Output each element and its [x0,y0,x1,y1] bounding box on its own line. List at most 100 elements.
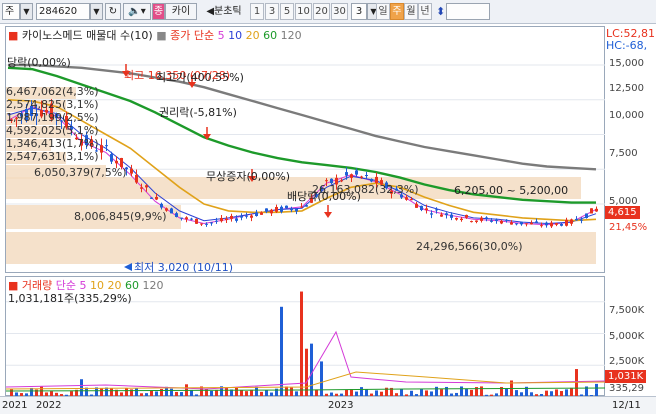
price-axis: LC:52,81 HC:-68, 15,000 12,500 10,000 7,… [605,26,656,396]
vma20-label[interactable]: 10 [90,279,104,292]
candle-body [545,222,548,226]
ma120-label[interactable]: 120 [281,29,302,42]
candle-body [430,213,433,215]
volume-profile-label: 1,346,413(1,7%) [6,137,99,150]
code-dropdown-icon[interactable]: ▼ [90,3,103,20]
low-arrow-icon [124,263,132,271]
price-tick: 12,500 [609,83,644,94]
candle-body [590,208,593,214]
volume-chart-panel[interactable]: ■ 거래량 단순 5 10 20 60 120 1,031,181주(335,2… [5,276,606,397]
candle-body [415,203,418,208]
candle-body [145,185,148,188]
volume-tick: 5,000K [609,331,645,342]
price-chart-panel[interactable]: 6,467,062(4,3%) 2,574,825(3,1%) 1,987,19… [5,26,606,274]
candle-body [470,221,473,223]
candle-body [325,180,328,182]
count-input[interactable]: 3 [351,3,367,20]
candle-body [520,221,523,225]
dividend-label: 배당락(0,00%) [287,190,361,203]
candle-body [130,168,133,174]
ma10-label[interactable]: 10 [228,29,242,42]
candle-body [495,219,498,221]
volume-tick: 7,500K [609,305,645,316]
candle-body [560,224,563,226]
vma20b-label[interactable]: 20 [108,279,122,292]
market-selector[interactable]: 주 [2,3,20,20]
period-3[interactable]: 3 [265,3,279,20]
volume-bar [300,291,303,397]
candle-body [360,176,363,178]
candle-body [265,208,268,212]
period-month[interactable]: 월 [404,3,418,20]
vma60-label[interactable]: 60 [125,279,139,292]
candle-body [420,205,423,211]
period-10[interactable]: 10 [295,3,312,20]
candle-body [255,212,258,217]
vma5-label[interactable]: 5 [80,279,87,292]
candle-body [405,197,408,200]
candle-body [135,174,138,183]
candle-body [220,217,223,222]
current-rate: 21,45% [609,222,648,233]
candle-body [580,219,583,221]
candle-body [425,208,428,211]
speaker-icon[interactable]: 🔈▾ [123,3,151,20]
low-label: 최저 3,020 (10/11) [134,261,234,274]
candle-body [200,223,203,225]
candle-body [300,206,303,208]
ma5-label[interactable]: 5 [218,29,225,42]
chart-toolbar: 주 ▼ 284620 ▼ ↻ 🔈▾ 종 카이 ◀분초틱 1 3 5 10 20 … [0,0,656,24]
period-5[interactable]: 5 [280,3,294,20]
candle-body [225,218,228,221]
candle-body [570,219,573,224]
date-label: 2023 [328,400,354,411]
volume-profile-label: 4,592,025(5,1%) [6,124,99,137]
date-label: 2022 [36,400,62,411]
extra-input[interactable] [446,3,490,20]
period-week[interactable]: 주 [390,3,404,20]
hc-value: HC:-68, [606,39,648,52]
price-tick: 7,500 [609,148,638,159]
volume-bar [320,361,323,397]
range-label: 6,205,00 ~ 5,200,00 [454,184,569,197]
current-volume-rate: 335,29 [609,383,644,394]
candle-body [480,217,483,221]
volume-tick: 2,500K [609,356,645,367]
candle-body [185,217,188,220]
candle-body [370,178,373,182]
candle-body [280,206,283,212]
candle-body [465,214,468,218]
date-axis: 2021 2022 2023 12/11 [0,396,656,414]
candle-body [180,217,183,219]
stock-name[interactable]: 카이 [165,3,197,20]
candle-body [295,208,298,212]
ma60-label[interactable]: 60 [263,29,277,42]
period-30[interactable]: 30 [331,3,348,20]
candle-body [410,199,413,201]
candle-body [475,220,478,222]
market-dropdown-icon[interactable]: ▼ [20,3,33,20]
ma-label: 종가 단순 [170,29,215,42]
period-year[interactable]: 년 [418,3,432,20]
volume-bar [575,369,578,397]
volume-profile-label: 2,547,631(3,1%) [6,150,99,163]
stock-code-input[interactable]: 284620 [36,3,90,20]
candle-body [175,213,178,218]
candle-body [115,160,118,164]
kind-badge[interactable]: 종 [152,3,165,20]
period-1[interactable]: 1 [250,3,264,20]
candle-body [250,215,253,218]
period-day[interactable]: 일 [376,3,390,20]
candle-body [190,218,193,220]
period-minute-tick[interactable]: ◀분초틱 [199,3,249,20]
date-label: 12/11 [612,400,641,411]
vma120-label[interactable]: 120 [143,279,164,292]
ma20-label[interactable]: 20 [246,29,260,42]
candle-body [525,223,528,225]
candle-body [210,222,213,224]
refresh-button[interactable]: ↻ [105,3,121,20]
candle-body [240,215,243,218]
scroll-arrow-icon[interactable]: ⬍ [435,3,445,20]
period-20[interactable]: 20 [313,3,330,20]
candle-body [575,218,578,221]
